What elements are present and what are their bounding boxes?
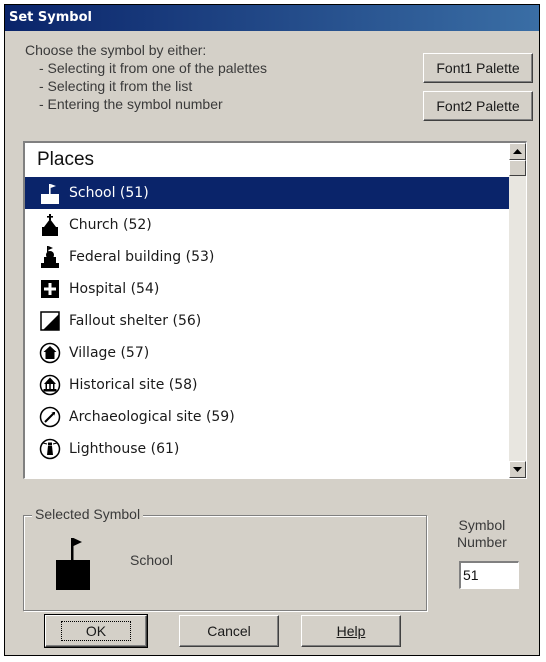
symbol-number-label-line1: Symbol (458, 517, 506, 533)
list-item-label: Fallout shelter (56) (69, 313, 202, 329)
list-item-label: Church (52) (69, 217, 152, 233)
fallout-shelter-icon (40, 311, 60, 331)
list-item-church[interactable]: Church (52) (25, 209, 516, 241)
font1-palette-button[interactable]: Font1 Palette (423, 53, 533, 83)
list-scrollbar[interactable] (509, 143, 526, 478)
village-icon (39, 342, 61, 364)
list-item-label: School (51) (69, 185, 149, 201)
instruction-option: - Selecting it from one of the palettes (39, 60, 268, 76)
selected-symbol-name: School (130, 552, 173, 568)
cancel-button[interactable]: Cancel (179, 615, 279, 647)
list-item-label: Archaeological site (59) (69, 409, 235, 425)
selected-symbol-group: Selected Symbol School (23, 506, 427, 611)
list-item-federal-building[interactable]: Federal building (53) (25, 241, 516, 273)
instruction-option: - Entering the symbol number (39, 96, 223, 112)
list-item-archaeological-site[interactable]: Archaeological site (59) (25, 401, 516, 433)
instructions-heading: Choose the symbol by either: (25, 42, 207, 58)
list-item-label: Village (57) (69, 345, 150, 361)
list-category-header: Places (37, 149, 95, 170)
archaeological-site-icon (39, 406, 61, 428)
list-item-label: Lighthouse (61) (69, 441, 180, 457)
list-item-historical-site[interactable]: Historical site (58) (25, 369, 516, 401)
help-button[interactable]: Help (301, 615, 401, 647)
school-icon (41, 184, 59, 204)
arrow-down-icon (513, 466, 522, 472)
list-item-school[interactable]: School (51) (25, 177, 516, 209)
list-item-lighthouse[interactable]: Lighthouse (61) (25, 433, 516, 465)
federal-building-icon (41, 246, 59, 268)
font2-palette-button[interactable]: Font2 Palette (423, 91, 533, 121)
ok-button[interactable]: OK (44, 614, 148, 648)
list-item-village[interactable]: Village (57) (25, 337, 516, 369)
scroll-up-button[interactable] (509, 143, 526, 160)
instruction-option: - Selecting it from the list (39, 78, 193, 94)
arrow-up-icon (513, 148, 522, 154)
list-item-fallout-shelter[interactable]: Fallout shelter (56) (25, 305, 516, 337)
lighthouse-icon (39, 438, 61, 460)
symbol-number-label: Symbol Number (457, 517, 507, 551)
scroll-down-button[interactable] (509, 461, 526, 478)
instructions: Choose the symbol by either: - Selecting… (25, 41, 267, 113)
school-icon (56, 538, 90, 590)
list-item-label: Hospital (54) (69, 281, 160, 297)
title-bar: Set Symbol (5, 5, 539, 31)
list-item-label: Federal building (53) (69, 249, 215, 265)
symbol-number-input[interactable]: 51 (459, 561, 519, 589)
set-symbol-dialog: Set Symbol Choose the symbol by either: … (4, 4, 540, 656)
ok-button-label: OK (60, 621, 132, 641)
list-item-hospital[interactable]: Hospital (54) (25, 273, 516, 305)
historical-site-icon (39, 374, 61, 396)
symbol-number-label-line2: Number (457, 534, 507, 550)
symbol-listbox[interactable]: Places School (51) Church (52) Federal b… (23, 141, 527, 479)
church-icon (42, 214, 58, 236)
scroll-thumb[interactable] (509, 160, 526, 176)
hospital-icon (41, 280, 59, 298)
list-item-label: Historical site (58) (69, 377, 198, 393)
selected-symbol-label: Selected Symbol (32, 506, 144, 522)
help-button-label: Help (336, 623, 366, 639)
